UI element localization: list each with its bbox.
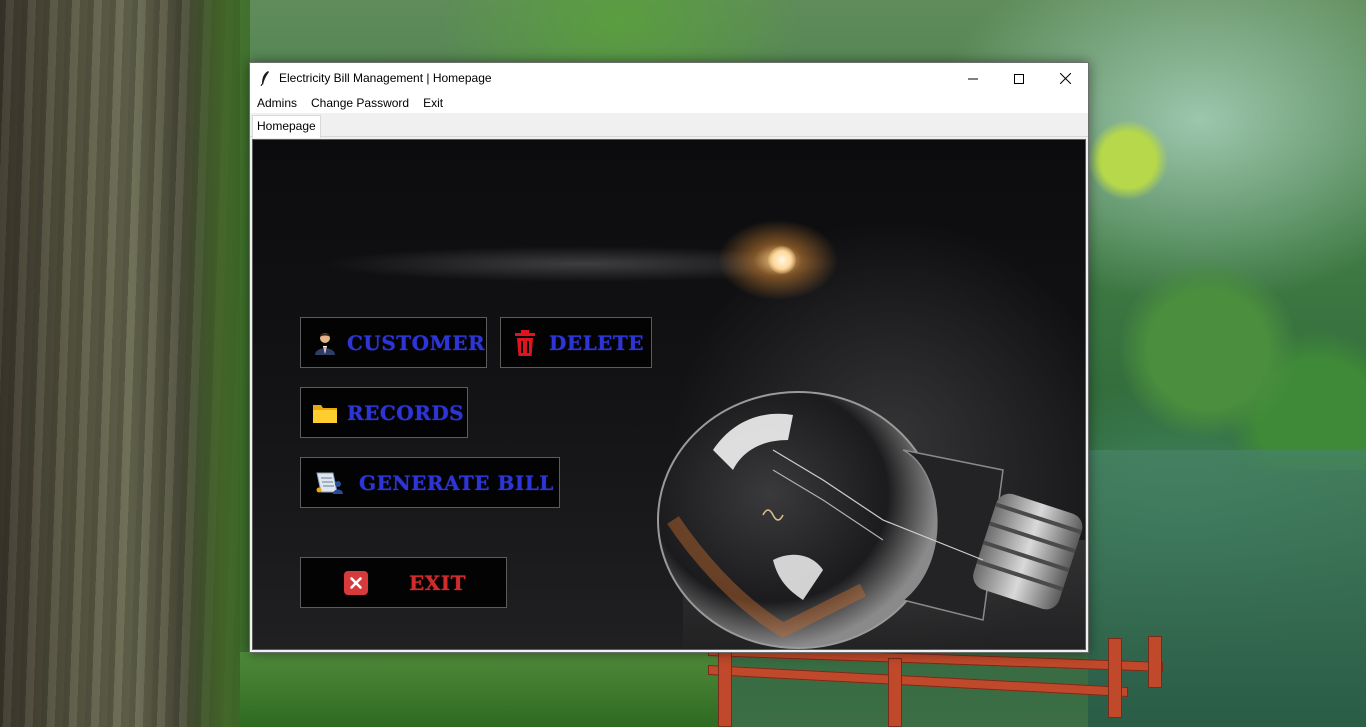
grass [240, 652, 720, 727]
homepage-panel: CUSTOMER DELETE RECORDS GENERATE BILL EX… [252, 139, 1086, 650]
exit-label: EXIT [409, 570, 466, 595]
light-glow [768, 246, 796, 274]
generate-bill-button[interactable]: GENERATE BILL [300, 457, 560, 508]
customer-label: CUSTOMER [347, 330, 486, 355]
maximize-button[interactable] [996, 63, 1042, 93]
tab-strip: Homepage [250, 113, 1088, 138]
minimize-button[interactable] [950, 63, 996, 93]
maximize-icon [1014, 69, 1024, 88]
delete-button[interactable]: DELETE [500, 317, 652, 368]
user-icon [311, 329, 339, 357]
window-title: Electricity Bill Management | Homepage [279, 71, 492, 85]
menu-bar: Admins Change Password Exit [250, 93, 1088, 113]
trash-icon [513, 329, 537, 357]
menu-exit[interactable]: Exit [416, 93, 450, 113]
close-box-icon [343, 570, 369, 596]
light-bulb-image [657, 391, 1083, 649]
menu-change-password[interactable]: Change Password [304, 93, 416, 113]
folder-icon [311, 399, 339, 427]
tree-moss [180, 0, 250, 727]
generate-bill-label: GENERATE BILL [359, 470, 554, 495]
app-window: Electricity Bill Management | Homepage A… [249, 62, 1089, 653]
menu-admins[interactable]: Admins [250, 93, 304, 113]
exit-button[interactable]: EXIT [300, 557, 507, 608]
tab-homepage[interactable]: Homepage [252, 115, 321, 138]
close-button[interactable] [1042, 63, 1088, 93]
close-icon [1059, 69, 1071, 88]
feather-icon [259, 70, 271, 86]
title-bar[interactable]: Electricity Bill Management | Homepage [250, 63, 1088, 93]
bill-icon [313, 469, 345, 497]
records-button[interactable]: RECORDS [300, 387, 468, 438]
window-controls [950, 63, 1088, 93]
delete-label: DELETE [549, 330, 645, 355]
records-label: RECORDS [347, 400, 465, 425]
customer-button[interactable]: CUSTOMER [300, 317, 487, 368]
minimize-icon [968, 69, 978, 88]
foliage [1088, 90, 1366, 470]
